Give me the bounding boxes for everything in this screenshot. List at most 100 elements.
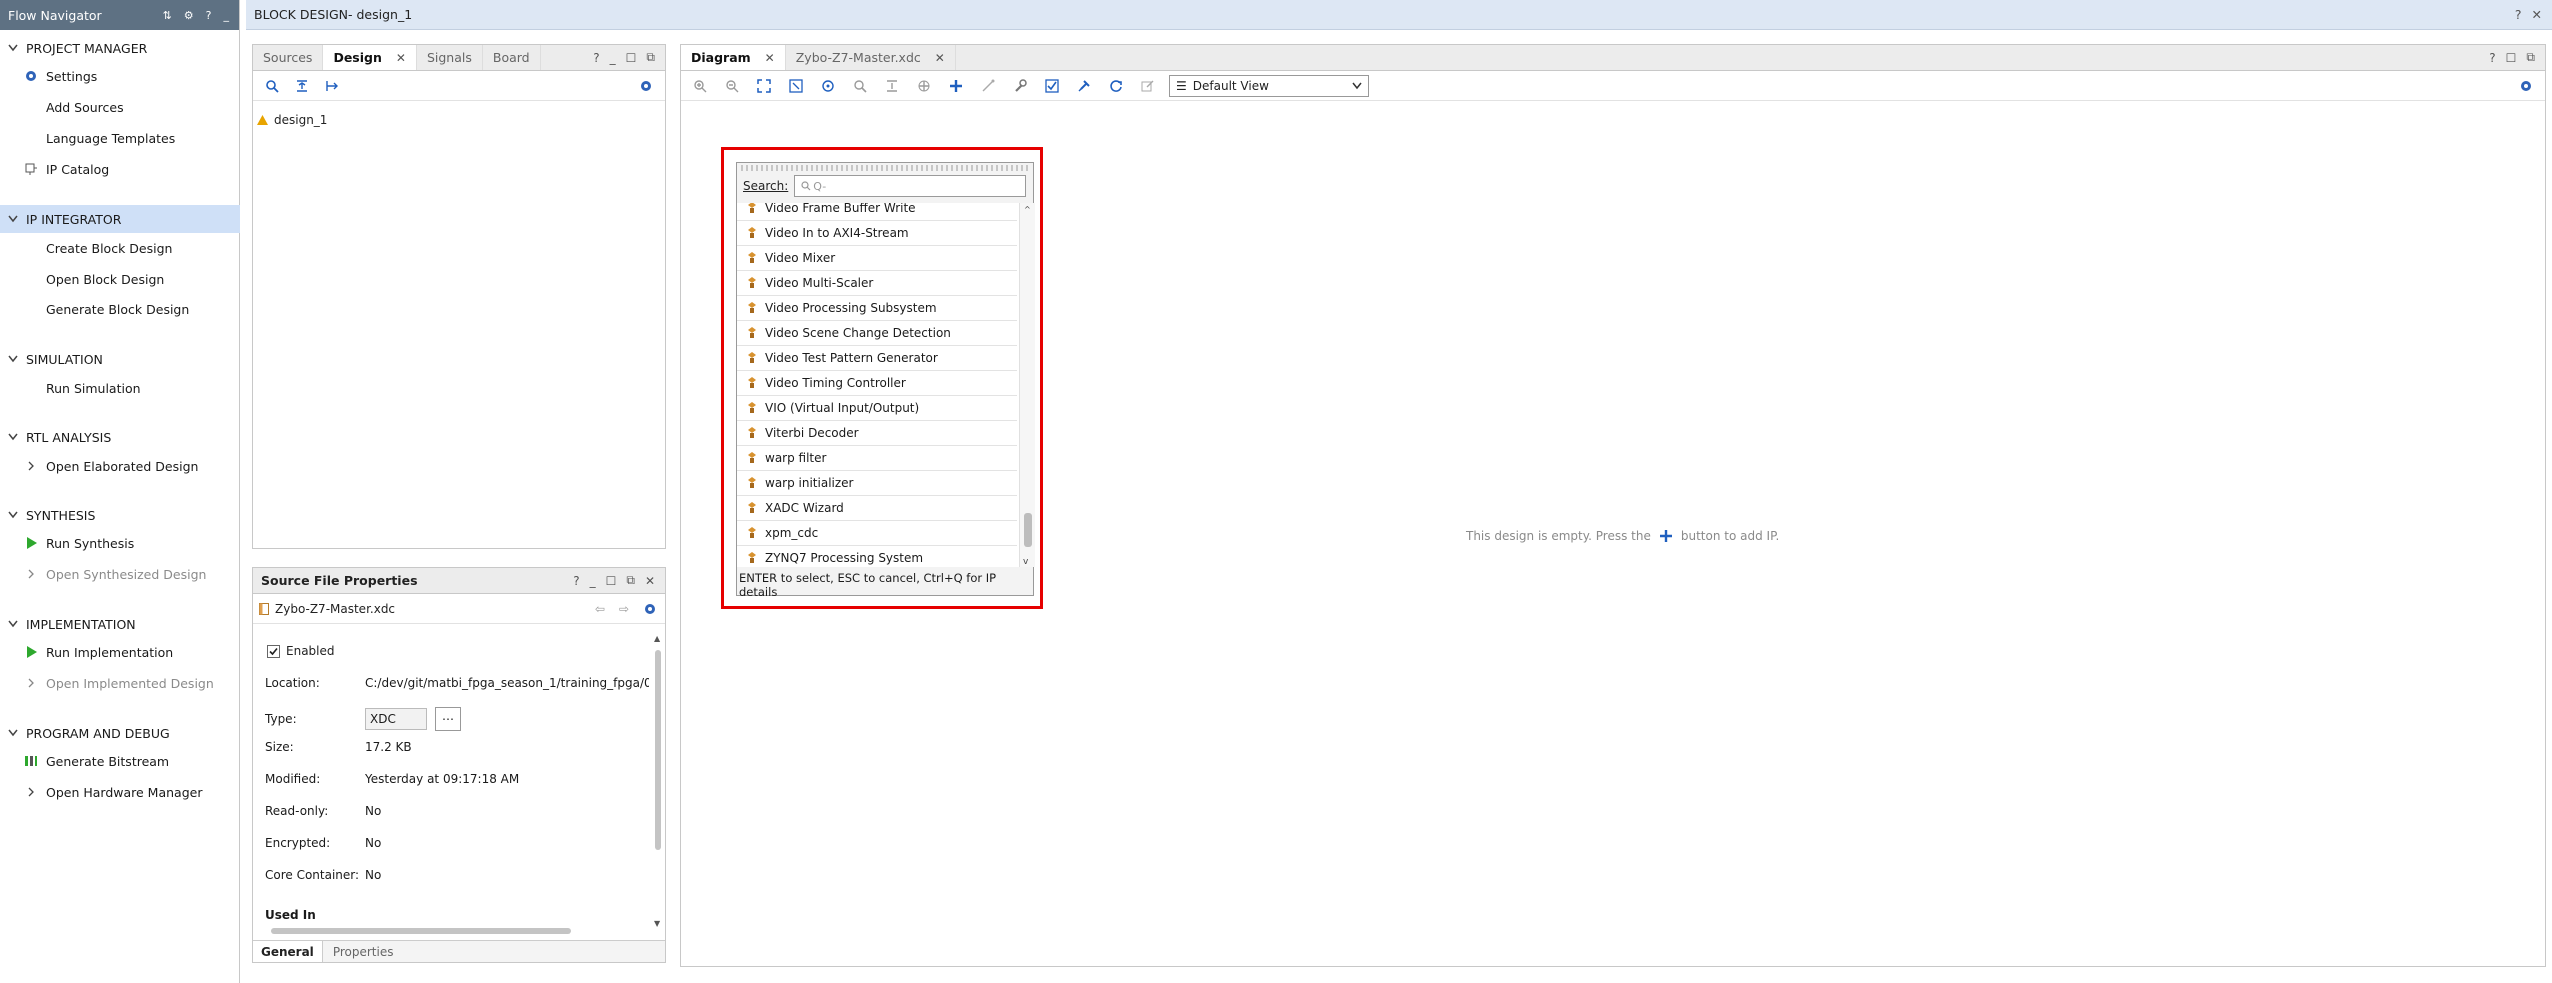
ip-list-item[interactable]: Video Timing Controller (737, 371, 1017, 396)
float-icon[interactable]: ⧉ (646, 50, 655, 65)
close-icon[interactable]: ✕ (935, 51, 945, 65)
chevron-down-icon[interactable] (0, 729, 26, 737)
ip-list-item[interactable]: Viterbi Decoder (737, 421, 1017, 446)
chevron-right-icon[interactable] (24, 676, 38, 690)
chevron-down-icon[interactable] (0, 44, 26, 52)
nav-open-hardware-manager[interactable]: Open Hardware Manager (0, 779, 240, 805)
edit-icon[interactable] (1137, 75, 1159, 97)
help-icon[interactable]: ? (2515, 7, 2522, 22)
tab-design[interactable]: Design ✕ (323, 45, 417, 70)
enabled-checkbox-row[interactable]: Enabled (267, 644, 335, 658)
gear-icon[interactable] (635, 75, 657, 97)
zoom-fit-icon[interactable] (753, 75, 775, 97)
tab-xdc-file[interactable]: Zybo-Z7-Master.xdc ✕ (786, 45, 956, 70)
collapse-all-icon[interactable] (291, 75, 313, 97)
chevron-down-icon[interactable] (0, 620, 26, 628)
ip-list-item[interactable]: XADC Wizard (737, 496, 1017, 521)
zoom-in-icon[interactable] (689, 75, 711, 97)
ip-list-item[interactable]: VIO (Virtual Input/Output) (737, 396, 1017, 421)
help-icon[interactable]: ? (2489, 51, 2495, 65)
section-simulation[interactable]: SIMULATION (0, 346, 240, 372)
add-ip-icon[interactable] (945, 75, 967, 97)
section-program-and-debug[interactable]: PROGRAM AND DEBUG (0, 720, 240, 746)
zoom-out-icon[interactable] (721, 75, 743, 97)
connect-icon[interactable] (977, 75, 999, 97)
add-ip-icon[interactable] (1659, 529, 1673, 543)
chevron-down-icon[interactable] (0, 215, 26, 223)
nav-create-block-design[interactable]: Create Block Design (0, 235, 240, 261)
nav-generate-block-design[interactable]: Generate Block Design (0, 296, 240, 322)
sort-icon[interactable]: ⇅ (163, 9, 172, 22)
nav-open-elaborated-design[interactable]: Open Elaborated Design (0, 453, 240, 479)
ip-list-item[interactable]: Video Processing Subsystem (737, 296, 1017, 321)
nav-add-sources[interactable]: Add Sources (0, 94, 240, 120)
ip-list-item[interactable]: warp initializer (737, 471, 1017, 496)
forward-arrow-icon[interactable]: ⇨ (619, 602, 629, 616)
section-ip-integrator[interactable]: IP INTEGRATOR (0, 205, 240, 233)
enabled-checkbox[interactable] (267, 644, 280, 658)
horizontal-scrollbar[interactable] (257, 926, 649, 936)
nav-run-simulation[interactable]: Run Simulation (0, 375, 240, 401)
validate-icon[interactable] (1041, 75, 1063, 97)
nav-settings[interactable]: Settings (0, 63, 240, 89)
settings-icon[interactable]: ⚙ (184, 9, 194, 22)
ip-list-item[interactable]: Video Frame Buffer Write (737, 203, 1017, 221)
search-icon[interactable] (261, 75, 283, 97)
chevron-right-icon[interactable] (24, 785, 38, 799)
help-icon[interactable]: ? (593, 51, 599, 65)
tree-item-design[interactable]: design_1 (257, 113, 327, 127)
nav-open-synthesized-design[interactable]: Open Synthesized Design (0, 561, 240, 587)
chevron-down-icon[interactable] (0, 355, 26, 363)
center-icon[interactable] (817, 75, 839, 97)
minimize-icon[interactable]: _ (610, 51, 616, 65)
section-implementation[interactable]: IMPLEMENTATION (0, 611, 240, 637)
scrollbar-thumb[interactable] (655, 650, 661, 850)
scrollbar-thumb[interactable] (1024, 513, 1032, 547)
minimize-icon[interactable]: _ (224, 9, 230, 22)
tab-sources[interactable]: Sources (253, 45, 324, 70)
zoom-area-icon[interactable] (785, 75, 807, 97)
restore-icon[interactable]: ☐ (626, 51, 637, 65)
nav-ip-catalog[interactable]: IP Catalog (0, 156, 240, 182)
chevron-down-icon[interactable] (0, 433, 26, 441)
ip-list-scrollbar[interactable]: ^ v (1019, 203, 1035, 567)
ip-list-item[interactable]: warp filter (737, 446, 1017, 471)
gear-icon[interactable] (2515, 75, 2537, 97)
ip-search-input[interactable]: Q- (794, 175, 1027, 197)
nav-run-implementation[interactable]: Run Implementation (0, 639, 240, 665)
chevron-down-icon[interactable] (1352, 82, 1362, 90)
restore-icon[interactable]: ☐ (606, 574, 617, 588)
close-icon[interactable]: ✕ (765, 51, 775, 65)
search-icon[interactable] (849, 75, 871, 97)
view-select[interactable]: ☰ Default View (1169, 74, 1369, 97)
chevron-down-icon[interactable] (0, 511, 26, 519)
minimize-icon[interactable]: _ (590, 574, 596, 588)
collapse-all-icon[interactable] (881, 75, 903, 97)
close-icon[interactable]: ✕ (645, 574, 655, 588)
ip-list-item[interactable]: xpm_cdc (737, 521, 1017, 546)
ip-list-item[interactable]: Video Test Pattern Generator (737, 346, 1017, 371)
popup-drag-handle[interactable] (741, 165, 1029, 171)
tab-board[interactable]: Board (483, 45, 541, 70)
wrench-icon[interactable] (1009, 75, 1031, 97)
nav-open-block-design[interactable]: Open Block Design (0, 266, 240, 292)
refresh-icon[interactable] (1105, 75, 1127, 97)
vertical-scrollbar[interactable]: ▲ ▼ (653, 634, 663, 928)
ip-list-item[interactable]: Video Multi-Scaler (737, 271, 1017, 296)
nav-run-synthesis[interactable]: Run Synthesis (0, 530, 240, 556)
tab-diagram[interactable]: Diagram ✕ (681, 45, 786, 70)
close-icon[interactable]: ✕ (396, 51, 406, 65)
nav-language-templates[interactable]: Language Templates (0, 125, 240, 151)
tab-properties[interactable]: Properties (323, 941, 404, 962)
pin-icon[interactable] (1073, 75, 1095, 97)
section-synthesis[interactable]: SYNTHESIS (0, 502, 240, 528)
ip-list-item[interactable]: Video In to AXI4-Stream (737, 221, 1017, 246)
help-icon[interactable]: ? (206, 9, 212, 22)
restore-icon[interactable]: ☐ (2506, 51, 2517, 65)
help-icon[interactable]: ? (573, 574, 579, 588)
gear-icon[interactable] (643, 602, 657, 616)
close-icon[interactable]: ✕ (2532, 7, 2542, 22)
nav-open-implemented-design[interactable]: Open Implemented Design (0, 670, 240, 696)
expand-all-icon[interactable] (913, 75, 935, 97)
back-arrow-icon[interactable]: ⇦ (595, 602, 605, 616)
